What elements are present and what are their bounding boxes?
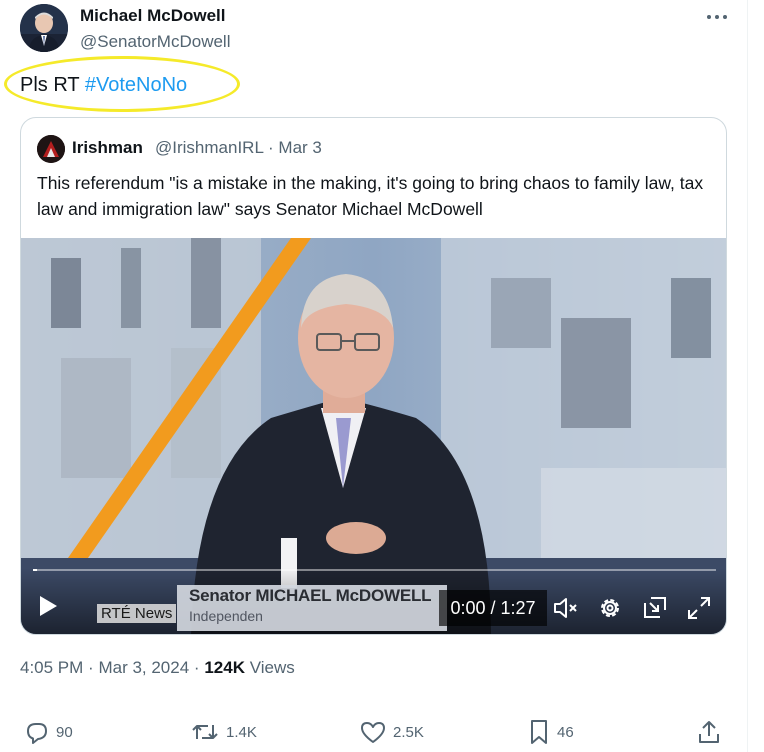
- reply-icon: [27, 723, 47, 744]
- gear-icon: [601, 599, 619, 617]
- author-name[interactable]: Michael McDowell: [80, 6, 225, 26]
- views-label: Views: [249, 658, 295, 677]
- play-icon: [40, 596, 57, 616]
- lower-third-name: Senator MICHAEL McDOWELL: [189, 586, 432, 605]
- repost-count: 1.4K: [226, 723, 257, 741]
- video-progress-fill: [33, 569, 37, 571]
- repost-button[interactable]: 1.4K: [190, 717, 257, 747]
- video-time-readout: 0:00 / 1:27: [439, 590, 547, 626]
- fullscreen-button[interactable]: [686, 595, 712, 621]
- like-button[interactable]: 2.5K: [359, 717, 424, 747]
- meta-separator: ·: [88, 658, 94, 677]
- column-divider: [747, 0, 748, 752]
- volume-muted-icon: [554, 598, 577, 618]
- heart-icon: [361, 722, 385, 743]
- broadcaster-logo: RTÉ News: [97, 604, 177, 623]
- quote-date[interactable]: Mar 3: [278, 138, 321, 157]
- bookmark-icon: [531, 720, 547, 744]
- fullscreen-icon: [688, 597, 710, 619]
- author-avatar[interactable]: [20, 4, 68, 52]
- quote-author-name[interactable]: Irishman: [72, 138, 143, 158]
- more-options-button[interactable]: [704, 6, 730, 28]
- tweet-timestamp: 4:05 PM · Mar 3, 2024 · 124K Views: [20, 658, 295, 678]
- video-progress-bar[interactable]: [33, 569, 716, 571]
- pip-icon: [644, 597, 666, 618]
- meta-separator-2: ·: [193, 658, 200, 677]
- like-count: 2.5K: [393, 723, 424, 741]
- share-button[interactable]: [696, 717, 722, 747]
- tweet-text: Pls RT #VoteNoNo: [20, 74, 187, 97]
- author-handle[interactable]: @SenatorMcDowell: [80, 32, 230, 52]
- bookmark-button[interactable]: 46: [527, 717, 574, 747]
- quote-separator: ·: [268, 138, 274, 157]
- reply-count: 90: [56, 723, 73, 741]
- quote-text: This referendum "is a mistake in the mak…: [37, 173, 704, 219]
- quote-author-handle[interactable]: @IrishmanIRL: [155, 138, 263, 157]
- more-horizontal-icon: [707, 15, 727, 19]
- video-player[interactable]: RTÉ News Senator MICHAEL McDOWELL Indepe…: [21, 238, 726, 634]
- views-count: 124K: [204, 658, 245, 677]
- tweet-date[interactable]: Mar 3, 2024: [98, 658, 189, 677]
- quote-meta: @IrishmanIRL · Mar 3: [155, 138, 322, 158]
- lower-third-role: Independen: [189, 608, 263, 624]
- quoted-tweet-card[interactable]: Irishman @IrishmanIRL · Mar 3 This refer…: [20, 117, 727, 635]
- picture-in-picture-button[interactable]: [642, 595, 668, 621]
- hashtag-link[interactable]: #VoteNoNo: [85, 74, 187, 96]
- tweet-text-plain: Pls RT: [20, 74, 85, 96]
- settings-button[interactable]: [597, 595, 623, 621]
- reply-button[interactable]: 90: [24, 717, 73, 747]
- repost-icon: [192, 725, 218, 739]
- bookmark-count: 46: [557, 723, 574, 741]
- play-button[interactable]: [37, 594, 59, 618]
- mute-button[interactable]: [551, 593, 581, 623]
- tweet-time[interactable]: 4:05 PM: [20, 658, 83, 677]
- share-icon: [699, 721, 719, 743]
- quote-author-avatar[interactable]: [37, 135, 65, 163]
